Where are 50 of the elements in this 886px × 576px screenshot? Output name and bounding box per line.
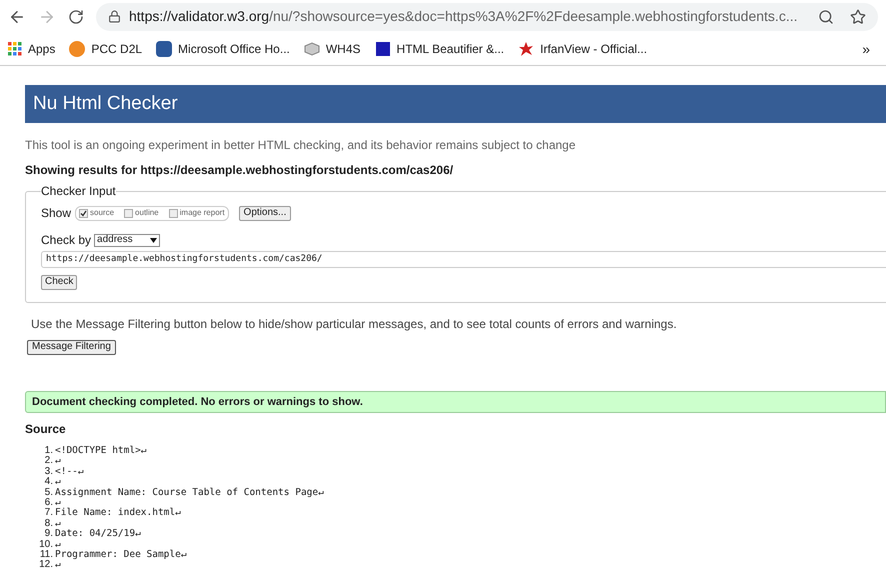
source-line: ↵ [55, 456, 61, 467]
overflow-chevron[interactable]: » [862, 38, 870, 60]
check-button[interactable]: Check [41, 274, 78, 290]
source-line: ↵ [55, 540, 61, 550]
line-number: 2. [44, 456, 54, 467]
source-line: Date: 04/25/19↵ [55, 529, 141, 540]
checkbox-label: outline [135, 207, 159, 219]
source-line: ↵ [55, 560, 61, 571]
check-by-select[interactable]: address [94, 234, 160, 246]
source-line: ↵ [55, 518, 61, 529]
line-number: 11. [38, 550, 54, 560]
check-by-label: Check by [41, 232, 92, 249]
success-banner: Document checking completed. No errors or warnings to show. [25, 391, 886, 413]
bookmark[interactable]: PCC D2L [69, 40, 142, 58]
url-text: https://validator.w3.org/nu/?showsource=yes&doc=https%3A%2F%2Fdeesample.webhostingforstudents.c... [129, 7, 798, 26]
source-line: File Name: index.html↵ [55, 508, 181, 519]
checkbox-label: source [90, 207, 114, 219]
bookmark[interactable]: IrfanView - Official... [518, 40, 648, 58]
line-number: 7. [44, 508, 54, 519]
line-number: 5. [44, 488, 54, 498]
source-line: Assignment Name: Course Table of Contents Page↵ [55, 488, 324, 498]
source-line: <!--↵ [55, 466, 84, 478]
intro-text: This tool is an ongoing experiment in better HTML checking, and its behavior remains subject to change [25, 137, 577, 154]
bookmark[interactable]: HTML Beautifier &... [374, 40, 504, 58]
bookmark[interactable]: Apps [8, 40, 56, 58]
line-number: 6. [44, 498, 54, 508]
line-number: 8. [44, 518, 54, 529]
source-heading: Source [25, 421, 67, 438]
bookmark[interactable]: WH4S [304, 40, 361, 58]
address-bar[interactable]: https://validator.w3.org/nu/?showsource=yes&doc=https%3A%2F%2Fdeesample.webhostingforstudents.c... [96, 2, 878, 30]
line-number: 10. [38, 540, 54, 550]
page-header: Nu Html Checker [25, 85, 886, 123]
source-line: ↵ [55, 498, 61, 508]
address-field[interactable]: https://deesample.webhostingforstudents.com/cas206/ [41, 251, 886, 268]
line-number: 3. [44, 466, 54, 477]
results-heading: Showing results for https://deesample.webhostingforstudents.com/cas206/ [25, 162, 454, 179]
show-label: Show [41, 205, 72, 222]
message-filtering-button[interactable]: Message Filtering [27, 340, 116, 354]
source-line: <!DOCTYPE html>↵ [55, 446, 147, 456]
bookmark[interactable]: Microsoft Office Ho... [156, 40, 290, 58]
options-button[interactable]: Options... [238, 206, 292, 220]
panel-legend: Checker Input [41, 182, 116, 200]
filter-note: Use the Message Filtering button below to hide/show particular messages, and to see total counts of errors and warnings. [31, 316, 678, 333]
line-number: 4. [44, 477, 54, 488]
line-number: 1. [44, 446, 54, 456]
source-line: Programmer: Dee Sample↵ [55, 550, 187, 560]
checkbox-label: image report [180, 207, 225, 219]
source-line: ↵ [55, 477, 61, 488]
line-number: 12. [38, 560, 54, 571]
line-number: 9. [44, 529, 54, 540]
